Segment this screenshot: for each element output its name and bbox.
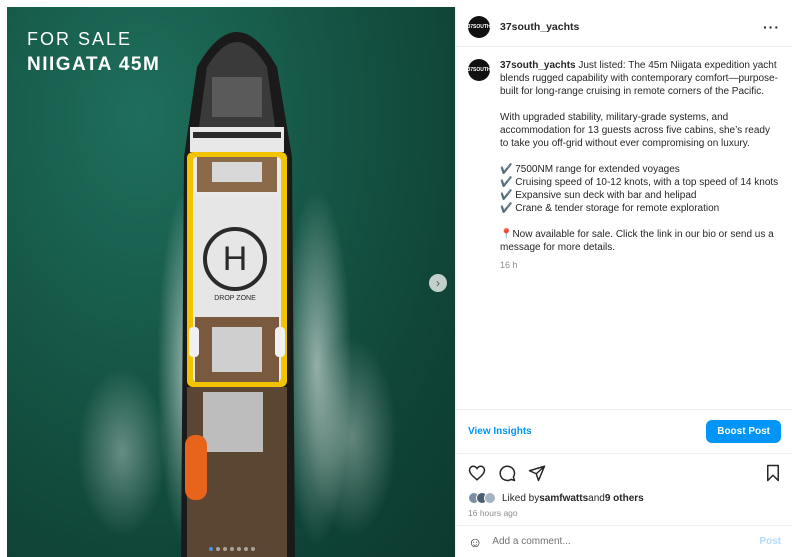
caption-paragraph-2: With upgraded stability, military-grade … xyxy=(500,112,770,149)
instagram-post-view: H DROP ZONE FOR SALE NIIGATA 45M › 37SOU… xyxy=(0,0,792,557)
emoji-icon[interactable]: ☺ xyxy=(468,534,482,550)
post-timestamp: 16 hours ago xyxy=(468,508,518,518)
overlay-model: NIIGATA 45M xyxy=(27,54,161,75)
boost-post-button[interactable]: Boost Post xyxy=(706,420,781,443)
next-slide-button[interactable]: › xyxy=(429,274,447,292)
insights-row: View Insights Boost Post xyxy=(456,409,792,453)
action-icons xyxy=(468,462,781,484)
feature-item: ✔️ Cruising speed of 10-12 knots, with a… xyxy=(500,177,779,188)
carousel-dot xyxy=(230,547,234,551)
liker-username[interactable]: samfwatts xyxy=(539,493,588,504)
image-overlay-title: FOR SALE NIIGATA 45M xyxy=(27,29,160,76)
heart-icon[interactable] xyxy=(468,464,486,482)
liker-avatar xyxy=(484,492,496,504)
features-list: ✔️ 7500NM range for extended voyages ✔️ … xyxy=(500,163,781,215)
carousel-dot xyxy=(209,547,213,551)
feature-item: ✔️ Crane & tender storage for remote exp… xyxy=(500,203,720,214)
feature-item: ✔️ 7500NM range for extended voyages xyxy=(500,164,680,175)
caption-row: 37SOUTH 37south_yachts Just listed: The … xyxy=(467,59,781,272)
likes-mid: and xyxy=(588,492,605,504)
helipad-label: DROP ZONE xyxy=(214,295,256,302)
likes-others[interactable]: 9 others xyxy=(605,493,644,504)
post-actions: Liked by samfwatts and 9 others 16 hours… xyxy=(456,453,792,521)
post-comment-button[interactable]: Post xyxy=(759,536,781,547)
carousel-dots xyxy=(209,547,255,551)
likes-prefix: Liked by xyxy=(502,492,540,504)
avatar[interactable]: 37SOUTH xyxy=(467,15,491,38)
chevron-right-icon: › xyxy=(436,276,440,290)
liker-avatars[interactable] xyxy=(468,492,496,504)
caption-avatar[interactable]: 37SOUTH xyxy=(467,59,491,81)
caption-cta: 📍Now available for sale. Click the link … xyxy=(500,229,774,253)
caption-text: 37south_yachts Just listed: The 45m Niig… xyxy=(500,59,781,272)
caption-area: 37SOUTH 37south_yachts Just listed: The … xyxy=(456,47,792,409)
more-options-icon[interactable]: ··· xyxy=(763,19,780,35)
header-username[interactable]: 37south_yachts xyxy=(500,21,579,33)
bookmark-icon[interactable] xyxy=(765,464,781,482)
likes-row: Liked by samfwatts and 9 others xyxy=(468,492,781,504)
comment-icon[interactable] xyxy=(498,464,516,482)
post-side-panel: 37SOUTH 37south_yachts ··· 37SOUTH 37sou… xyxy=(455,7,792,557)
carousel-dot xyxy=(216,547,220,551)
helipad-letter: H xyxy=(222,239,248,278)
caption-intro-paragraph: 37south_yachts Just listed: The 45m Niig… xyxy=(500,59,781,98)
overlay-for-sale: FOR SALE xyxy=(27,29,133,49)
comment-bar: ☺ Post xyxy=(456,525,792,557)
carousel-dot xyxy=(237,547,241,551)
caption-username[interactable]: 37south_yachts xyxy=(500,60,576,71)
caption-timestamp: 16 h xyxy=(500,260,518,270)
carousel-dot xyxy=(251,547,255,551)
carousel-dot xyxy=(244,547,248,551)
view-insights-link[interactable]: View Insights xyxy=(468,426,532,437)
feature-item: ✔️ Expansive sun deck with bar and helip… xyxy=(500,190,697,201)
share-icon[interactable] xyxy=(528,464,546,482)
post-image[interactable]: H DROP ZONE FOR SALE NIIGATA 45M › xyxy=(7,7,455,557)
post-header: 37SOUTH 37south_yachts ··· xyxy=(456,7,792,47)
carousel-dot xyxy=(223,547,227,551)
comment-input[interactable] xyxy=(492,536,760,547)
helipad-circle: H xyxy=(203,227,267,291)
